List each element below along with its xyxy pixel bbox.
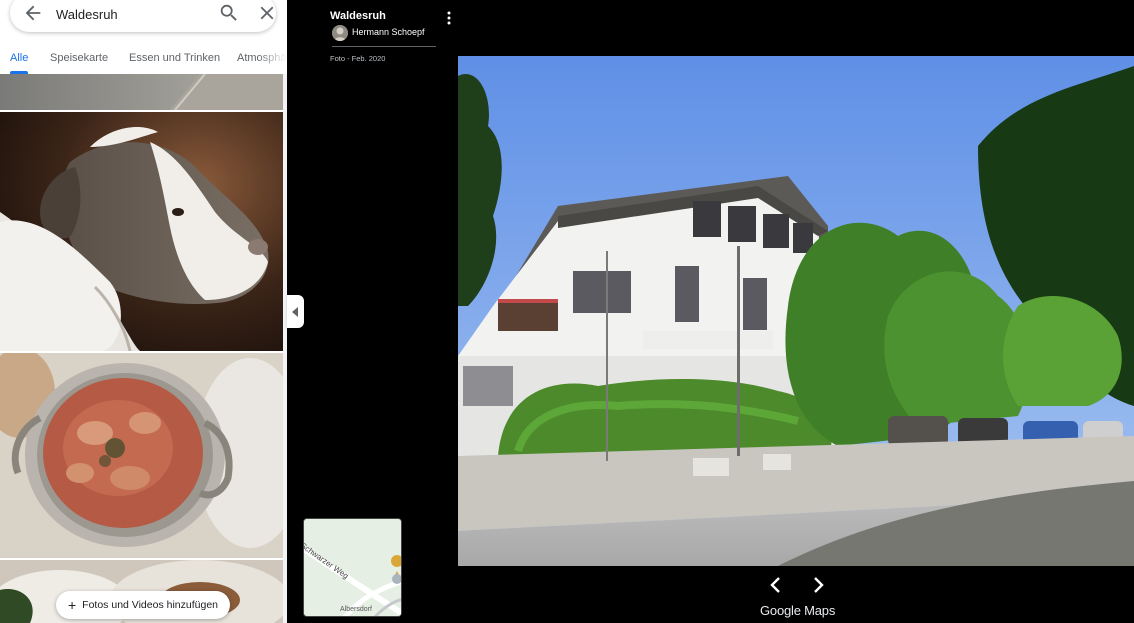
main-photo[interactable]	[458, 56, 1134, 566]
more-vert-icon[interactable]	[444, 10, 454, 26]
chevron-left-small-icon	[291, 306, 298, 317]
plus-icon: +	[67, 597, 77, 613]
tab-alle[interactable]: Alle	[10, 52, 28, 64]
close-icon[interactable]	[256, 2, 278, 24]
author-name[interactable]: Hermann Schoepf	[352, 27, 425, 37]
left-panel: Waldesruh Alle Speisekarte Essen und Tri…	[0, 0, 287, 623]
place-name[interactable]: Waldesruh	[330, 10, 386, 22]
brand-logo-text: Google Maps	[760, 603, 836, 618]
minimap-place-label: Albersdorf	[340, 606, 372, 613]
photo-category-tabs: Alle Speisekarte Essen und Trinken Atmos…	[0, 42, 287, 74]
minimap[interactable]: Schwarzer Weg Albersdorf	[303, 518, 402, 617]
gallery-scrollbar[interactable]	[283, 74, 287, 623]
arrow-left-icon[interactable]	[22, 2, 44, 24]
chevron-left-icon[interactable]	[768, 576, 784, 594]
photo-date: Foto - Feb. 2020	[330, 54, 386, 63]
add-photos-button[interactable]: + Fotos und Videos hinzufügen	[56, 591, 230, 619]
google-maps-photo-viewer: Waldesruh Alle Speisekarte Essen und Tri…	[0, 0, 1134, 623]
search-input[interactable]: Waldesruh	[56, 7, 118, 22]
tab-speisekarte[interactable]: Speisekarte	[50, 52, 108, 64]
gallery-photo-food[interactable]	[0, 353, 283, 558]
search-box[interactable]: Waldesruh	[10, 0, 276, 32]
add-photos-label: Fotos und Videos hinzufügen	[82, 599, 218, 611]
divider	[332, 46, 436, 47]
search-icon[interactable]	[218, 2, 240, 24]
avatar[interactable]	[332, 25, 348, 41]
tab-essen-und-trinken[interactable]: Essen und Trinken	[129, 52, 220, 64]
tabs-fade	[257, 42, 287, 74]
chevron-right-icon[interactable]	[810, 576, 826, 594]
gallery-photo-dog[interactable]	[0, 112, 283, 351]
photo-gallery	[0, 74, 283, 623]
gallery-photo-street[interactable]	[0, 74, 283, 110]
collapse-panel-button[interactable]	[287, 295, 304, 328]
